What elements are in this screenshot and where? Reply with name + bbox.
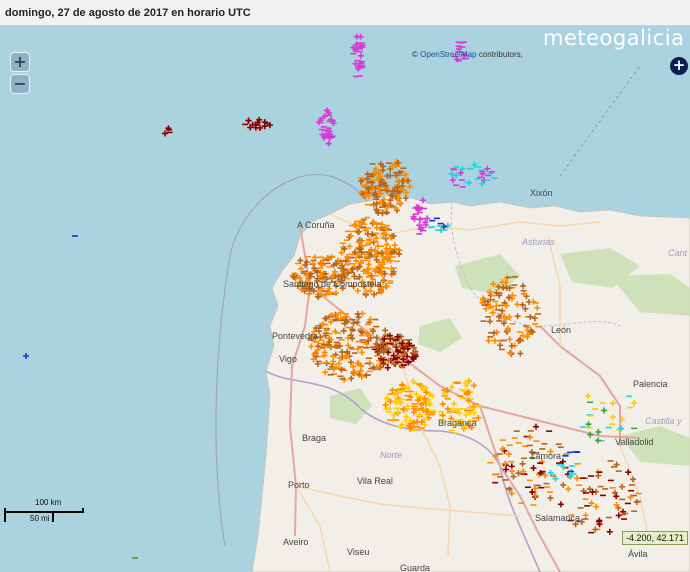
- label-xixon: Xixón: [530, 188, 553, 198]
- label-pontevedra: Pontevedra: [272, 331, 318, 341]
- layer-switcher-button[interactable]: +: [670, 57, 688, 75]
- label-cant: Cant: [668, 248, 688, 258]
- label-leon: León: [551, 325, 571, 335]
- label-aveiro: Aveiro: [283, 537, 308, 547]
- label-braga: Braga: [302, 433, 326, 443]
- map-canvas[interactable]: A Coruña Santiago de Compostela Ponteved…: [0, 26, 690, 572]
- label-vila-real: Vila Real: [357, 476, 393, 486]
- label-asturias: Asturias: [521, 237, 555, 247]
- label-castilla: Castilla y: [645, 416, 682, 426]
- label-santiago: Santiago de Compostela: [283, 279, 382, 289]
- app-window: domingo, 27 de agosto de 2017 en horario…: [0, 0, 690, 572]
- scale-km-label: 100 km: [35, 498, 62, 507]
- scale-bar: 100 km 50 mi: [4, 494, 86, 526]
- zoom-out-button[interactable]: −: [10, 74, 30, 94]
- label-viseu: Viseu: [347, 547, 369, 557]
- label-salamanca: Salamanca: [535, 513, 580, 523]
- zoom-in-button[interactable]: +: [10, 52, 30, 72]
- label-guarda: Guarda: [400, 563, 430, 572]
- label-avila: Ávila: [628, 549, 648, 559]
- attribution-suffix: contributors,: [478, 50, 523, 59]
- label-braganca: Bragança: [438, 418, 477, 428]
- copyright-symbol: ©: [412, 50, 418, 59]
- label-a-coruna: A Coruña: [297, 220, 335, 230]
- scale-mi-label: 50 mi: [30, 514, 50, 523]
- map-attribution: © OpenStreetMap contributors,: [412, 50, 523, 59]
- label-valladolid: Valladolid: [615, 437, 653, 447]
- openstreetmap-link[interactable]: OpenStreetMap: [420, 50, 476, 59]
- mouse-coordinates: -4.200, 42.171: [622, 531, 689, 545]
- label-porto: Porto: [288, 480, 310, 490]
- date-title: domingo, 27 de agosto de 2017 en horario…: [5, 7, 251, 19]
- label-norte: Norte: [380, 450, 402, 460]
- meteogalicia-logo: meteogalicia: [543, 26, 685, 50]
- lightning-map[interactable]: A Coruña Santiago de Compostela Ponteved…: [0, 26, 690, 572]
- header-bar: domingo, 27 de agosto de 2017 en horario…: [0, 0, 690, 26]
- label-vigo: Vigo: [279, 354, 297, 364]
- label-zamora: Zamora: [530, 451, 561, 461]
- label-palencia: Palencia: [633, 379, 668, 389]
